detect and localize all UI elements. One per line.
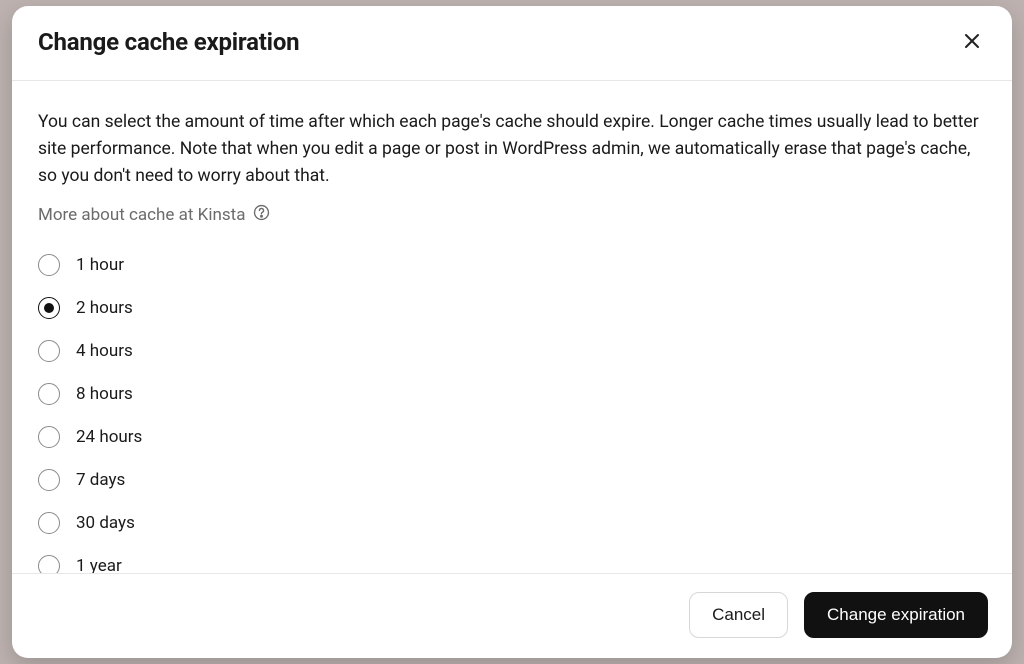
cancel-button[interactable]: Cancel	[689, 592, 788, 638]
expiration-option[interactable]: 24 hours	[38, 426, 142, 448]
expiration-option[interactable]: 1 hour	[38, 254, 124, 276]
expiration-option-label: 4 hours	[76, 341, 133, 361]
more-about-cache-label: More about cache at Kinsta	[38, 205, 245, 225]
expiration-option-label: 30 days	[76, 513, 135, 533]
expiration-option[interactable]: 2 hours	[38, 297, 133, 319]
expiration-options: 1 hour 2 hours 4 hours 8 hours 24 hours 7 day…	[38, 254, 986, 573]
expiration-option[interactable]: 30 days	[38, 512, 135, 534]
expiration-option-label: 2 hours	[76, 298, 133, 318]
expiration-option[interactable]: 4 hours	[38, 340, 133, 362]
modal-description: You can select the amount of time after …	[38, 109, 986, 190]
more-about-cache-link[interactable]: More about cache at Kinsta	[38, 204, 270, 226]
modal-title: Change cache expiration	[38, 28, 299, 56]
radio-button[interactable]	[38, 555, 60, 573]
expiration-option-label: 1 hour	[76, 255, 124, 275]
expiration-option-label: 24 hours	[76, 427, 142, 447]
close-button[interactable]	[958, 28, 986, 56]
expiration-option-label: 1 year	[76, 556, 122, 573]
close-icon	[964, 33, 980, 52]
change-expiration-button[interactable]: Change expiration	[804, 592, 988, 638]
expiration-option[interactable]: 1 year	[38, 555, 122, 573]
expiration-option[interactable]: 8 hours	[38, 383, 133, 405]
modal-footer: Cancel Change expiration	[12, 573, 1012, 658]
radio-button[interactable]	[38, 469, 60, 491]
expiration-option-label: 8 hours	[76, 384, 133, 404]
radio-button[interactable]	[38, 297, 60, 319]
modal-body: You can select the amount of time after …	[12, 81, 1012, 573]
expiration-option-label: 7 days	[76, 470, 125, 490]
radio-button[interactable]	[38, 426, 60, 448]
radio-button[interactable]	[38, 512, 60, 534]
cache-expiration-modal: Change cache expiration You can select t…	[12, 6, 1012, 658]
expiration-option[interactable]: 7 days	[38, 469, 125, 491]
help-icon	[253, 204, 270, 226]
radio-button[interactable]	[38, 340, 60, 362]
modal-header: Change cache expiration	[12, 6, 1012, 81]
radio-button[interactable]	[38, 254, 60, 276]
radio-button[interactable]	[38, 383, 60, 405]
